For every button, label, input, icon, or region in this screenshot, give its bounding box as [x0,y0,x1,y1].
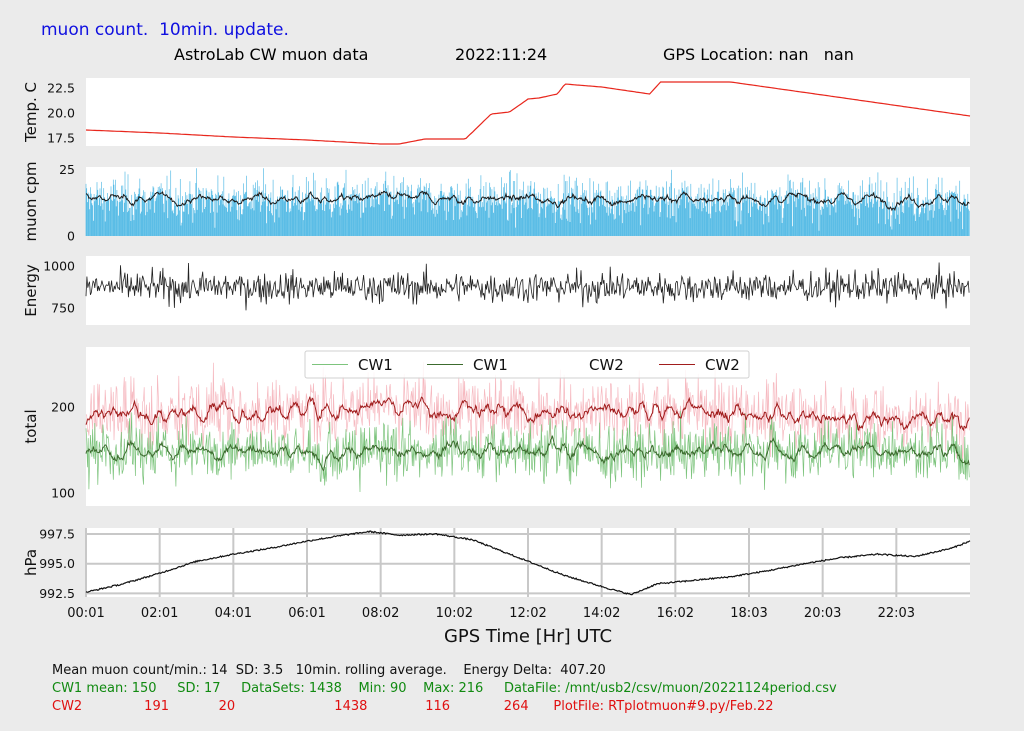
legend-label: CW1 [473,356,508,374]
legend-label: CW2 [589,356,624,374]
legend-label: CW1 [358,356,393,374]
pressure-ytick-label: 997.5 [39,526,75,541]
x-tick-label: 00:01 [67,606,104,621]
energy-ylabel: Energy [22,264,40,317]
x-tick-label: 04:01 [215,606,252,621]
date-label: 2022:11:24 [455,45,548,64]
total-ytick-label: 100 [51,486,75,501]
energy-ytick-label: 750 [51,301,75,316]
pressure-ytick-label: 995.0 [39,556,75,571]
temp-ylabel: Temp. C [22,82,40,143]
banner-text: muon count. 10min. update. [41,20,289,40]
cpm-ytick-label: 25 [59,162,75,177]
x-axis-label: GPS Time [Hr] UTC [444,626,612,647]
x-tick-label: 20:03 [804,606,841,621]
chart-title: AstroLab CW muon data [174,45,369,64]
x-tick-label: 10:02 [436,606,473,621]
x-tick-label: 16:02 [657,606,694,621]
footer-cw1-stats: CW1 mean: 150 SD: 17 DataSets: 1438 Min:… [52,681,837,696]
temp-ytick-label: 22.5 [47,81,75,96]
legend-label: CW2 [705,356,740,374]
total-ytick-label: 200 [51,400,75,415]
x-tick-label: 02:01 [141,606,178,621]
cpm-ylabel: muon cpm [22,162,40,242]
x-tick-label: 12:02 [509,606,546,621]
x-tick-label: 14:02 [583,606,620,621]
temp-ytick-label: 20.0 [47,106,75,121]
pressure-ylabel: hPa [22,549,40,576]
x-tick-label: 06:01 [288,606,325,621]
figure: Temp. C 17.5 20.0 22.5 muon cpm 0 25 Energy 750 1… [22,78,971,647]
total-ylabel: total [22,409,40,443]
energy-ytick-label: 1000 [43,259,75,274]
x-tick-label: 18:03 [730,606,767,621]
x-tick-label: 08:02 [362,606,399,621]
footer-cw2-stats: CW2 191 20 1438 116 264 PlotFile: RTplot… [52,699,774,714]
temp-ytick-label: 17.5 [47,131,75,146]
x-tick-label: 22:03 [878,606,915,621]
pressure-ytick-label: 992.5 [39,586,75,601]
cpm-ytick-label: 0 [67,229,75,244]
footer-summary: Mean muon count/min.: 14 SD: 3.5 10min. … [52,663,606,678]
gps-location: GPS Location: nan nan [663,45,854,64]
energy-plot-area [86,256,970,325]
